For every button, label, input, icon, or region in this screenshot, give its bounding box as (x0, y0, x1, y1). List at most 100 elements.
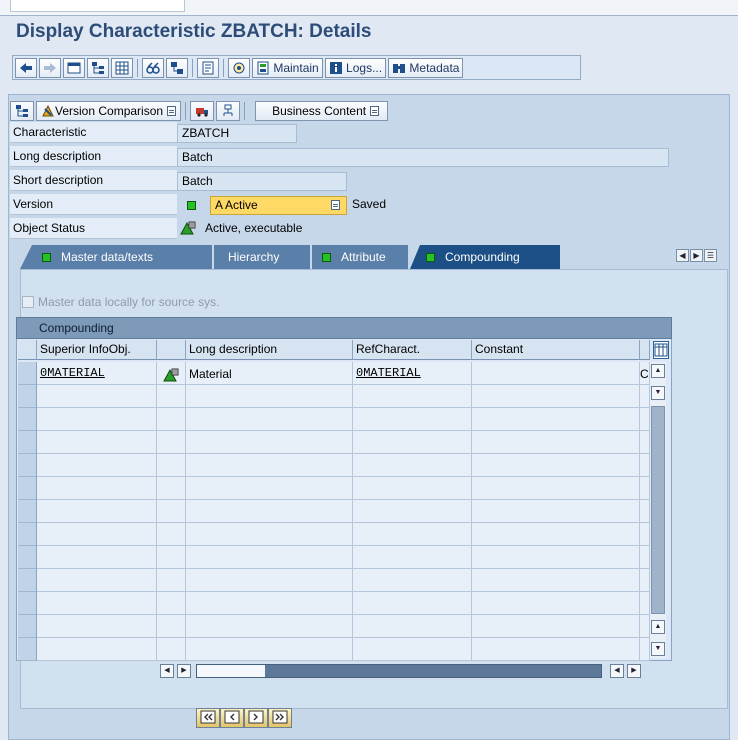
empty-table-cell[interactable] (157, 615, 186, 638)
business-content-button[interactable]: Business Content (255, 100, 389, 121)
scroll-thumb[interactable] (651, 406, 665, 614)
empty-table-cell[interactable] (472, 523, 640, 546)
row-selector[interactable] (18, 546, 37, 569)
next-page-button[interactable] (244, 708, 268, 728)
empty-table-cell[interactable] (186, 638, 353, 661)
empty-table-cell[interactable] (37, 454, 157, 477)
column-header-refcharact[interactable]: RefCharact. (353, 340, 472, 360)
table-cell[interactable] (472, 362, 640, 385)
empty-table-cell[interactable] (37, 569, 157, 592)
empty-table-cell[interactable] (37, 408, 157, 431)
info-button[interactable] (197, 57, 219, 78)
empty-table-cell[interactable] (353, 500, 472, 523)
cell-refcharact[interactable]: 0MATERIAL (353, 362, 472, 385)
empty-table-cell[interactable] (472, 408, 640, 431)
row-selector[interactable] (18, 362, 37, 385)
metadata-button[interactable]: Metadata (388, 57, 464, 78)
empty-table-cell[interactable] (353, 431, 472, 454)
empty-table-cell[interactable] (353, 569, 472, 592)
empty-table-cell[interactable] (37, 592, 157, 615)
where-used-button[interactable] (142, 57, 164, 78)
empty-table-cell[interactable] (157, 638, 186, 661)
row-selector[interactable] (18, 385, 37, 408)
empty-table-cell[interactable] (186, 500, 353, 523)
column-header-long-description[interactable]: Long description (186, 340, 353, 360)
empty-table-cell[interactable] (37, 385, 157, 408)
empty-table-cell[interactable] (186, 615, 353, 638)
master-data-checkbox[interactable] (22, 296, 34, 308)
characteristic-value[interactable]: ZBATCH (177, 124, 297, 143)
empty-table-cell[interactable] (353, 408, 472, 431)
long-description-value[interactable]: Batch (177, 148, 669, 167)
empty-table-cell[interactable] (186, 454, 353, 477)
empty-table-cell[interactable] (157, 500, 186, 523)
empty-table-cell[interactable] (640, 454, 650, 477)
empty-table-cell[interactable] (353, 638, 472, 661)
empty-table-cell[interactable] (472, 500, 640, 523)
empty-table-cell[interactable] (472, 638, 640, 661)
empty-table-cell[interactable] (37, 500, 157, 523)
empty-table-cell[interactable] (640, 385, 650, 408)
empty-table-cell[interactable] (640, 408, 650, 431)
empty-table-cell[interactable] (186, 569, 353, 592)
row-selector[interactable] (18, 408, 37, 431)
table-button[interactable] (111, 57, 133, 78)
logs-button[interactable]: Logs... (324, 57, 387, 78)
empty-table-cell[interactable] (186, 523, 353, 546)
scroll-thumb[interactable] (197, 665, 265, 677)
row-selector[interactable] (18, 569, 37, 592)
transport-button[interactable] (190, 100, 215, 121)
empty-table-cell[interactable] (37, 431, 157, 454)
select-all-header[interactable] (18, 340, 37, 360)
empty-table-cell[interactable] (640, 477, 650, 500)
scroll-page-up-button[interactable]: ▲ (651, 620, 665, 634)
horizontal-scrollbar[interactable]: ◀ ▶ ◀ ▶ (160, 664, 644, 679)
short-description-value[interactable]: Batch (177, 172, 347, 191)
empty-table-cell[interactable] (472, 385, 640, 408)
empty-table-cell[interactable] (472, 431, 640, 454)
tab-compounding[interactable]: Compounding (410, 245, 560, 269)
empty-table-cell[interactable] (186, 592, 353, 615)
refcharact-link[interactable]: 0MATERIAL (353, 366, 421, 380)
previous-page-button[interactable] (220, 708, 244, 728)
tab-attribute[interactable]: Attribute (312, 245, 408, 269)
tab-scroll-left-button[interactable]: ◀ (676, 249, 689, 262)
empty-table-cell[interactable] (472, 546, 640, 569)
version-comparison-button[interactable]: Version Comparison (36, 100, 182, 121)
empty-table-cell[interactable] (157, 454, 186, 477)
empty-table-cell[interactable] (640, 638, 650, 661)
row-selector[interactable] (18, 592, 37, 615)
empty-table-cell[interactable] (186, 385, 353, 408)
empty-table-cell[interactable] (640, 615, 650, 638)
print-button[interactable] (228, 57, 250, 78)
empty-table-cell[interactable] (157, 592, 186, 615)
scroll-right-button[interactable]: ▶ (627, 664, 641, 678)
maintain-button[interactable]: Maintain (252, 57, 323, 78)
version-dropdown[interactable]: A Active (210, 196, 347, 215)
table-settings-button[interactable] (653, 341, 669, 359)
empty-table-cell[interactable] (472, 454, 640, 477)
empty-table-cell[interactable] (353, 454, 472, 477)
empty-table-cell[interactable] (186, 546, 353, 569)
empty-table-cell[interactable] (472, 615, 640, 638)
back-button[interactable] (15, 57, 37, 78)
empty-table-cell[interactable] (353, 546, 472, 569)
empty-table-cell[interactable] (37, 477, 157, 500)
empty-table-cell[interactable] (186, 431, 353, 454)
row-selector[interactable] (18, 477, 37, 500)
scroll-page-down-button[interactable]: ▼ (651, 386, 665, 400)
empty-table-cell[interactable] (157, 408, 186, 431)
last-page-button[interactable] (268, 708, 292, 728)
column-header-superior-infoobj[interactable]: Superior InfoObj. (37, 340, 157, 360)
cell-constant[interactable]: C (640, 362, 650, 385)
empty-table-cell[interactable] (157, 385, 186, 408)
empty-table-cell[interactable] (37, 615, 157, 638)
column-header-constant[interactable]: Constant (472, 340, 640, 360)
window-tab[interactable] (10, 0, 185, 12)
empty-table-cell[interactable] (640, 431, 650, 454)
empty-table-cell[interactable] (353, 615, 472, 638)
scroll-left-button[interactable]: ◀ (160, 664, 174, 678)
row-selector[interactable] (18, 638, 37, 661)
hierarchy-button[interactable] (87, 57, 109, 78)
tab-master-data-texts[interactable]: Master data/texts (20, 245, 212, 269)
